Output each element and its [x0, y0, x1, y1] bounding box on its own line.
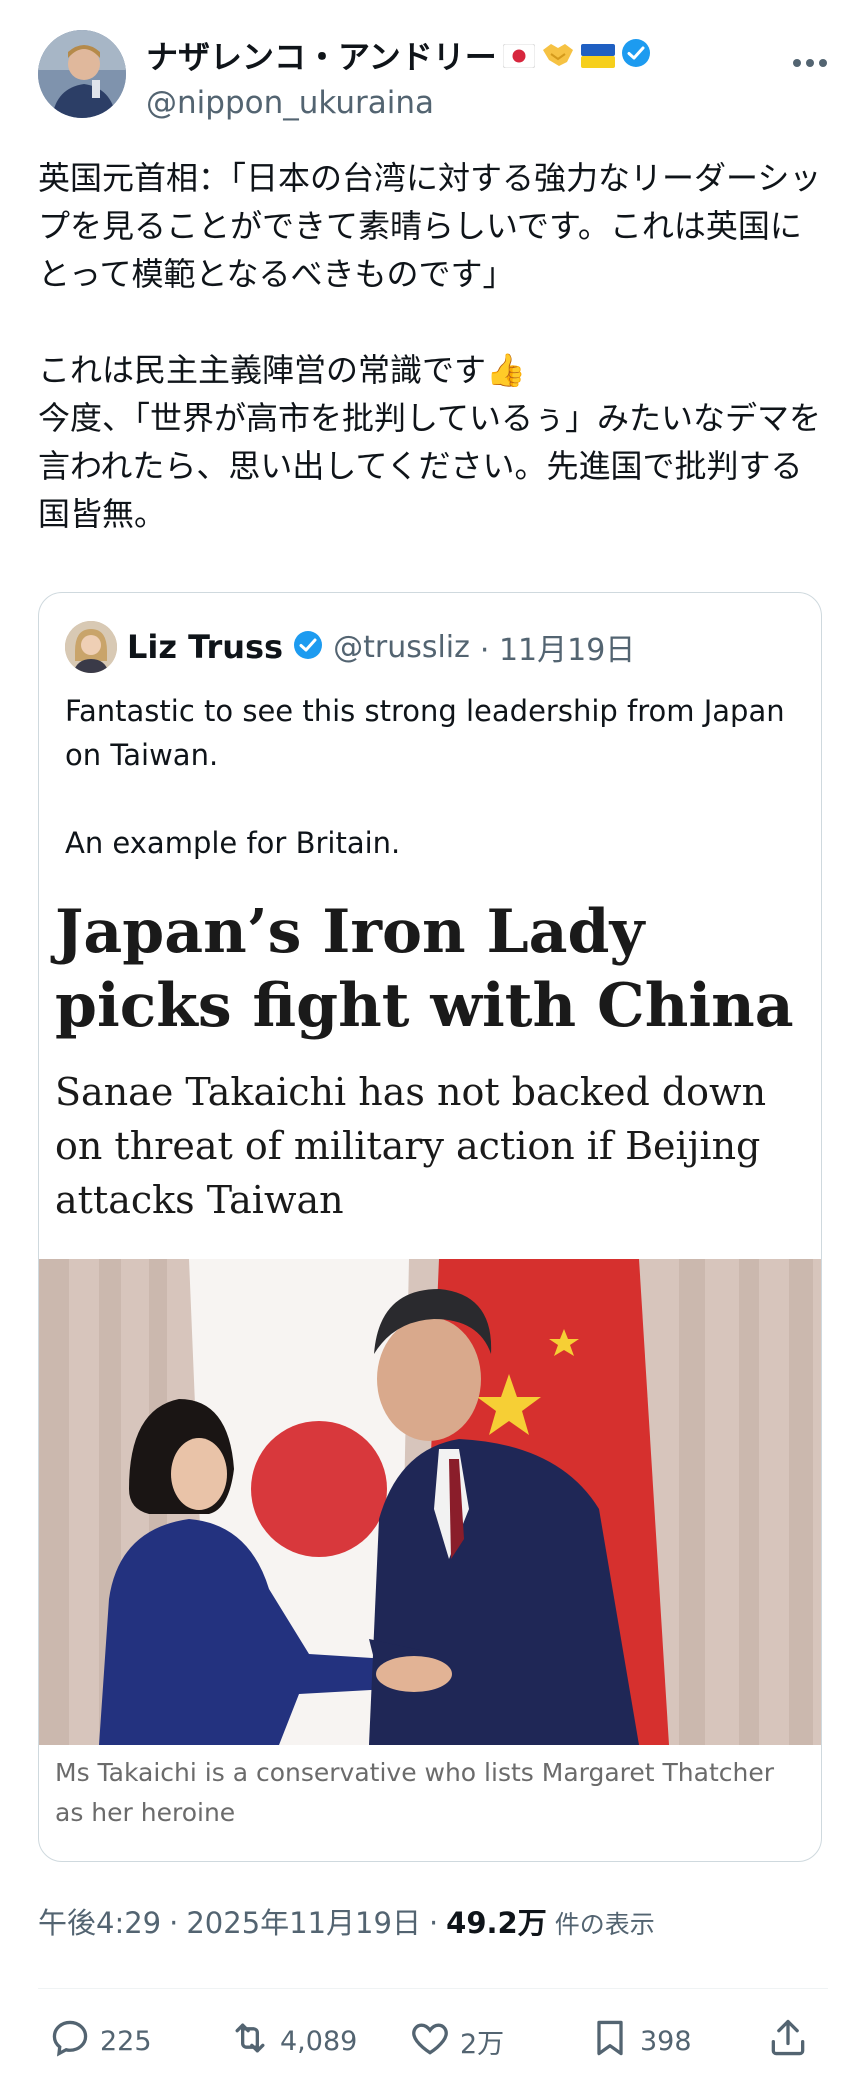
- view-count-label: 件の表示: [554, 1910, 655, 1939]
- bookmark-icon: [588, 2016, 632, 2067]
- post-time[interactable]: 午後4:29: [38, 1900, 161, 1942]
- verified-icon: [621, 36, 651, 78]
- quoted-post[interactable]: Liz Truss @trussliz · 11月19日 Fantastic t…: [38, 592, 822, 1862]
- author-avatar[interactable]: [38, 30, 126, 118]
- quoted-post-date: · 11月19日: [479, 633, 636, 668]
- divider: [38, 1988, 828, 1989]
- verified-icon: [293, 630, 323, 664]
- article-photo[interactable]: [39, 1259, 821, 1745]
- japan-flag-icon: [502, 36, 536, 78]
- article-subheadline: Sanae Takaichi has not backed down on th…: [55, 1070, 767, 1222]
- reply-icon: [48, 2016, 92, 2067]
- bookmark-count: 398: [640, 2026, 692, 2057]
- share-button[interactable]: [766, 2016, 810, 2067]
- quoted-post-text: Fantastic to see this strong leadership …: [65, 694, 785, 860]
- heart-icon: [408, 2016, 452, 2067]
- more-options-icon[interactable]: [792, 40, 828, 74]
- repost-icon: [228, 2016, 272, 2067]
- handshake-icon: [541, 36, 575, 78]
- author-display-name[interactable]: ナザレンコ・アンドリー: [146, 36, 497, 78]
- separator: ·: [169, 1906, 179, 1940]
- view-count[interactable]: 49.2万: [446, 1900, 547, 1942]
- bookmark-button[interactable]: 398: [588, 2016, 692, 2067]
- repost-count: 4,089: [280, 2026, 358, 2057]
- author-handle[interactable]: @nippon_ukuraina: [146, 82, 651, 124]
- quoted-post-header: Liz Truss @trussliz · 11月19日: [65, 619, 635, 675]
- article-headline: Japan’s Iron Lady picks fight with China: [55, 897, 794, 1041]
- post-metadata: 午後4:29 · 2025年11月19日 · 49.2万 件の表示: [38, 1900, 655, 1942]
- post-header: ナザレンコ・アンドリー @nippon_ukuraina: [38, 30, 828, 126]
- reply-button[interactable]: 225: [48, 2016, 152, 2067]
- repost-button[interactable]: 4,089: [228, 2016, 357, 2067]
- share-icon: [766, 2016, 810, 2067]
- like-button[interactable]: 2万: [408, 2016, 504, 2067]
- article-photo-caption: Ms Takaichi is a conservative who lists …: [55, 1758, 775, 1827]
- ukraine-flag-icon: [580, 36, 615, 78]
- quoted-author-avatar: [65, 621, 117, 673]
- reply-count: 225: [100, 2026, 152, 2057]
- action-bar: 225 4,089 2万 398: [48, 2016, 818, 2072]
- post-text: 英国元首相：「日本の台湾に対する強力なリーダーシップを見ることができて素晴らしい…: [38, 159, 822, 533]
- quoted-author-handle: @trussliz: [333, 629, 470, 665]
- separator: ·: [428, 1906, 439, 1940]
- quoted-author-name: Liz Truss: [127, 628, 284, 666]
- post-date[interactable]: 2025年11月19日: [186, 1900, 421, 1942]
- like-count: 2万: [460, 2029, 505, 2060]
